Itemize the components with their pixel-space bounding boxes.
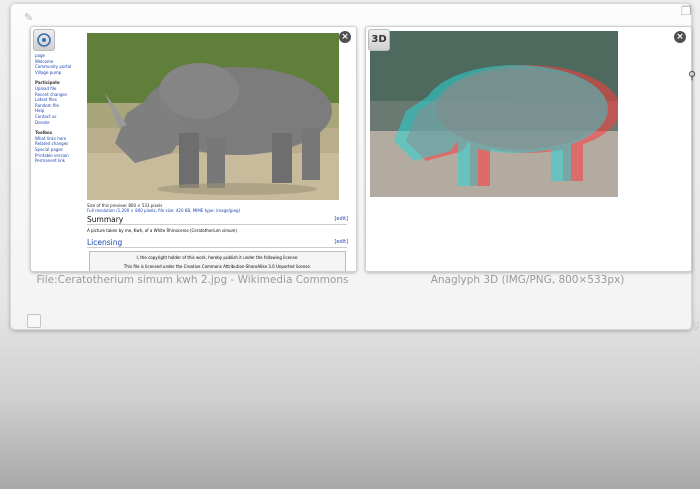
search-icon[interactable]: ⚲ — [688, 70, 698, 82]
sidebar-link[interactable]: Donate — [35, 120, 83, 126]
license-box: I, the copyright holder of this work, he… — [89, 251, 346, 271]
wiki-sidebar: page Welcome Community portal Village pu… — [35, 31, 83, 271]
license-text-2: This file is licensed under the Creative… — [123, 264, 312, 269]
licensing-edit-link[interactable]: [edit] — [334, 239, 348, 245]
licensing-divider — [87, 247, 347, 248]
pencil-edit-icon[interactable]: ✎ — [24, 12, 36, 24]
close-thumbnail-button[interactable]: × — [339, 31, 351, 43]
windows-icon[interactable]: ❐ — [681, 3, 697, 19]
popup-panel: ✎ page Welcome Community portal Village … — [10, 3, 699, 330]
thumbnail-anaglyph[interactable]: 3D × — [365, 26, 692, 272]
resize-grip-icon[interactable] — [691, 322, 699, 330]
anaglyph-rhino-image — [370, 31, 618, 197]
summary-text: A picture taken by me, Kwh, of a White R… — [87, 228, 237, 233]
thumbnail-caption[interactable]: Anaglyph 3D (IMG/PNG, 800×533px) — [365, 274, 690, 286]
license-text-1: I, the copyright holder of this work, he… — [136, 255, 299, 260]
summary-heading: Summary — [87, 215, 124, 224]
3d-badge-icon: 3D — [368, 29, 390, 51]
licensing-heading: Licensing — [87, 238, 123, 247]
thumbnail-caption[interactable]: File:Ceratotherium simum kwh 2.jpg - Wik… — [30, 274, 355, 286]
summary-divider — [87, 224, 347, 225]
page-icon[interactable] — [27, 314, 41, 328]
sidebar-link[interactable]: Village pump — [35, 70, 83, 76]
close-thumbnail-button[interactable]: × — [674, 31, 686, 43]
summary-edit-link[interactable]: [edit] — [334, 216, 348, 222]
full-resolution-link[interactable]: Full resolution (1,200 × 800 pixels, fil… — [87, 208, 349, 213]
rhino-photo — [87, 33, 339, 200]
wiki-content: Size of this preview: 800 × 533 pixels F… — [87, 203, 349, 213]
thumbnail-wikimedia-page[interactable]: page Welcome Community portal Village pu… — [30, 26, 357, 272]
sidebar-link[interactable]: Permanent link — [35, 158, 83, 164]
